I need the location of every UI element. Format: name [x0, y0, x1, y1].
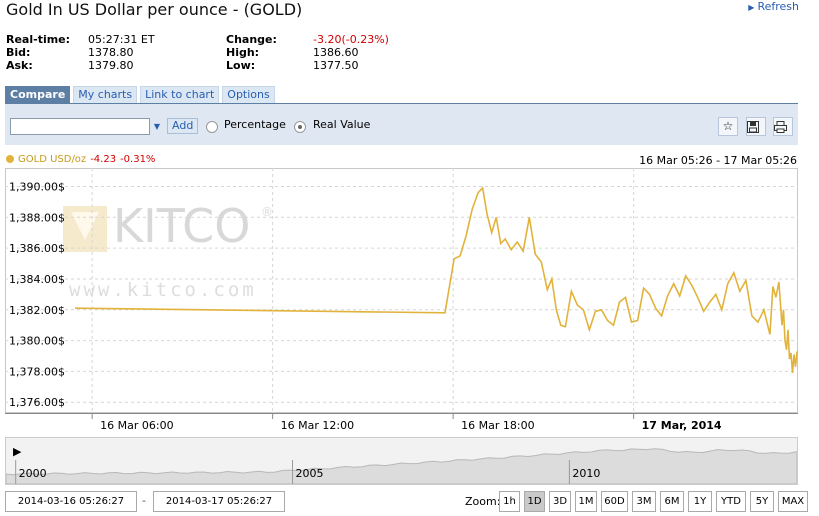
zoom-button-3d[interactable]: 3D — [549, 491, 571, 512]
add-button[interactable]: Add — [167, 118, 199, 134]
change-value: -3.20(-0.23%) — [313, 33, 389, 46]
realtime-label: Real-time: — [6, 33, 71, 46]
zoom-button-60d[interactable]: 60D — [601, 491, 628, 512]
x-axis-svg: 16 Mar 06:00 16 Mar 12:00 16 Mar 18:00 17 M… — [91, 414, 722, 432]
high-value: 1386.60 — [313, 46, 359, 59]
realtime-value: 05:27:31 ET — [88, 33, 155, 46]
percentage-label: Percentage — [224, 118, 286, 131]
legend-series-label: GOLD USD/oz — [18, 154, 87, 165]
navigator-year-label: 2000 — [19, 467, 47, 480]
price-chart[interactable]: KITCO ® www.kitco.com 1,390.00$ 1,388.00$… — [5, 168, 798, 413]
zoom-button-3m[interactable]: 3M — [632, 491, 656, 512]
play-right-icon: ▶ — [748, 3, 755, 12]
date-separator: - — [142, 494, 146, 507]
zoom-button-5y[interactable]: 5Y — [750, 491, 774, 512]
percentage-radio[interactable] — [206, 121, 218, 133]
compare-symbol-input[interactable] — [10, 118, 150, 135]
low-label: Low: — [226, 59, 256, 72]
y-tick-label: 1,376.00$ — [9, 396, 65, 409]
legend-dot-icon — [6, 155, 14, 163]
navigator-area — [6, 448, 797, 484]
y-tick-label: 1,390.00$ — [9, 180, 65, 193]
y-tick-label: 1,382.00$ — [9, 304, 65, 317]
save-icon[interactable] — [746, 117, 766, 136]
high-label: High: — [226, 46, 260, 59]
x-tick-label: 17 Mar, 2014 — [642, 419, 722, 432]
navigator-svg: 2000 2005 2010 — [6, 448, 797, 484]
x-axis: 16 Mar 06:00 16 Mar 12:00 16 Mar 18:00 17 M… — [5, 413, 798, 437]
zoom-label: Zoom: — [465, 495, 501, 508]
zoom-button-6m[interactable]: 6M — [660, 491, 684, 512]
y-tick-label: 1,378.00$ — [9, 365, 65, 378]
refresh-label: Refresh — [757, 0, 799, 13]
y-tick-label: 1,384.00$ — [9, 273, 65, 286]
kitco-brand-text: KITCO — [113, 199, 250, 253]
zoom-button-ytd[interactable]: YTD — [716, 491, 746, 512]
tab-compare[interactable]: Compare — [5, 86, 71, 103]
tab-my-charts[interactable]: My charts — [73, 86, 138, 103]
kitco-url-text: www.kitco.com — [69, 279, 257, 301]
navigator-year-label: 2005 — [296, 467, 324, 480]
zoom-button-1y[interactable]: 1Y — [688, 491, 712, 512]
legend-change: -4.23 — [90, 154, 117, 165]
navigator-year-label: 2010 — [572, 467, 600, 480]
range-navigator[interactable]: 2000 2005 2010 ▶ — [5, 437, 798, 485]
chart-tabs: Compare My charts Link to chart Options — [5, 86, 278, 103]
kitco-watermark: KITCO ® www.kitco.com — [63, 199, 273, 301]
page-title: Gold In US Dollar per ounce - (GOLD) — [6, 0, 303, 19]
x-tick-label: 16 Mar 06:00 — [100, 419, 173, 432]
bottom-controls: 2014-03-16 05:26:27 - 2014-03-17 05:26:2… — [5, 491, 808, 513]
ask-value: 1379.80 — [88, 59, 134, 72]
tab-link-to-chart[interactable]: Link to chart — [140, 86, 220, 103]
change-label: Change: — [226, 33, 277, 46]
zoom-button-1m[interactable]: 1M — [575, 491, 597, 512]
y-tick-label: 1,388.00$ — [9, 211, 65, 224]
y-tick-label: 1,380.00$ — [9, 335, 65, 348]
legend-change-pct: -0.31% — [120, 154, 156, 165]
zoom-button-1h[interactable]: 1h — [499, 491, 520, 512]
star-icon[interactable]: ☆ — [718, 117, 738, 136]
start-date-field[interactable]: 2014-03-16 05:26:27 — [5, 491, 137, 512]
x-tick-label: 16 Mar 12:00 — [281, 419, 354, 432]
real-value-radio[interactable] — [294, 121, 306, 133]
zoom-button-1d[interactable]: 1D — [524, 491, 545, 512]
refresh-link[interactable]: ▶ Refresh — [748, 0, 799, 13]
series-legend: GOLD USD/oz -4.23 -0.31% — [6, 154, 155, 165]
real-value-label: Real Value — [313, 118, 371, 131]
chart-date-range: 16 Mar 05:26 - 17 Mar 05:26 — [639, 154, 797, 167]
bid-value: 1378.80 — [88, 46, 134, 59]
print-icon[interactable] — [773, 117, 793, 136]
quote-panel: Real-time: 05:27:31 ET Change: -3.20(-0.… — [6, 33, 426, 72]
price-chart-svg: KITCO ® www.kitco.com 1,390.00$ 1,388.00$… — [5, 168, 798, 413]
end-date-field[interactable]: 2014-03-17 05:26:27 — [153, 491, 285, 512]
zoom-button-max[interactable]: MAX — [778, 491, 808, 512]
bid-label: Bid: — [6, 46, 31, 59]
play-icon[interactable]: ▶ — [13, 445, 21, 458]
low-value: 1377.50 — [313, 59, 359, 72]
compare-toolbar: ▼ Add Percentage Real Value ☆ — [5, 103, 798, 145]
tab-options[interactable]: Options — [222, 86, 275, 103]
x-tick-label: 16 Mar 18:00 — [461, 419, 534, 432]
ask-label: Ask: — [6, 59, 33, 72]
y-tick-label: 1,386.00$ — [9, 242, 65, 255]
chevron-down-icon[interactable]: ▼ — [152, 118, 162, 135]
